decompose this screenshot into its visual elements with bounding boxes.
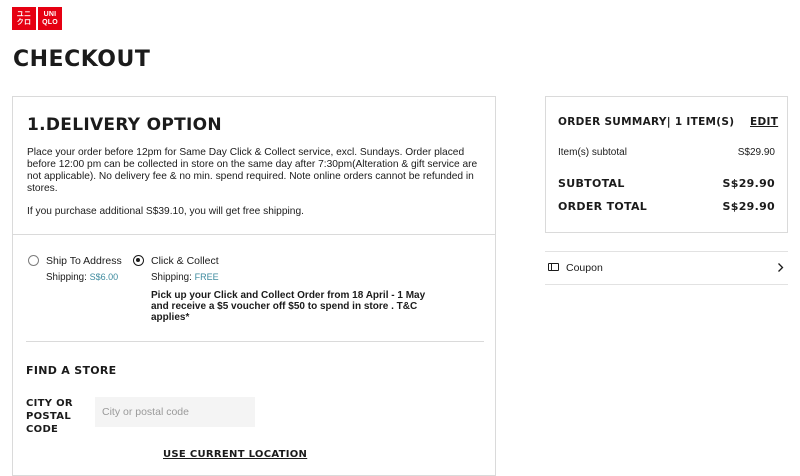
use-current-location-link[interactable]: USE CURRENT LOCATION (163, 449, 307, 460)
item-subtotal-value: S$29.90 (737, 147, 775, 158)
logo-latin-text: UNI QLO (42, 10, 58, 26)
click-and-collect-shipping: Shipping: FREE (151, 272, 219, 283)
order-summary-title: ORDER SUMMARY| 1 ITEM(S) (558, 116, 735, 128)
uniqlo-logo[interactable]: ユニ クロ UNI QLO (12, 7, 62, 30)
edit-cart-link[interactable]: EDIT (750, 116, 778, 128)
logo-block-latin: UNI QLO (38, 7, 62, 30)
coupon-label[interactable]: Coupon (566, 262, 603, 274)
subtotal-label: SUBTOTAL (558, 177, 625, 190)
coupon-icon (548, 263, 559, 271)
shipping-price: FREE (194, 272, 219, 282)
shipping-prefix: Shipping: (46, 272, 90, 283)
logo-block-katakana: ユニ クロ (12, 7, 36, 30)
city-postal-input[interactable] (95, 397, 255, 427)
ship-to-address-shipping: Shipping: S$6.00 (46, 272, 118, 283)
order-total-label: ORDER TOTAL (558, 200, 648, 213)
ship-to-address-label[interactable]: Ship To Address (46, 255, 122, 267)
delivery-info-text: Place your order before 12pm for Same Da… (27, 147, 478, 194)
delivery-section-title: 1.DELIVERY OPTION (27, 115, 222, 135)
order-total-value: S$29.90 (722, 200, 775, 213)
page-title: CHECKOUT (13, 47, 151, 72)
logo-katakana-text: ユニ クロ (16, 10, 32, 26)
divider (545, 284, 788, 285)
subtotal-value: S$29.90 (722, 177, 775, 190)
shipping-prefix: Shipping: (151, 272, 195, 283)
city-postal-label: CITY OR POSTAL CODE (26, 398, 73, 435)
click-and-collect-radio[interactable] (133, 255, 144, 266)
divider (26, 341, 484, 342)
shipping-price: S$6.00 (89, 272, 119, 282)
click-and-collect-promo: Pick up your Click and Collect Order fro… (151, 290, 426, 323)
divider (13, 234, 495, 235)
chevron-right-icon[interactable] (775, 262, 786, 273)
click-and-collect-label[interactable]: Click & Collect (151, 255, 219, 267)
ship-to-address-radio[interactable] (28, 255, 39, 266)
free-shipping-note: If you purchase additional S$39.10, you … (27, 206, 304, 217)
find-store-title: FIND A STORE (26, 364, 117, 377)
item-subtotal-label: Item(s) subtotal (558, 147, 627, 158)
